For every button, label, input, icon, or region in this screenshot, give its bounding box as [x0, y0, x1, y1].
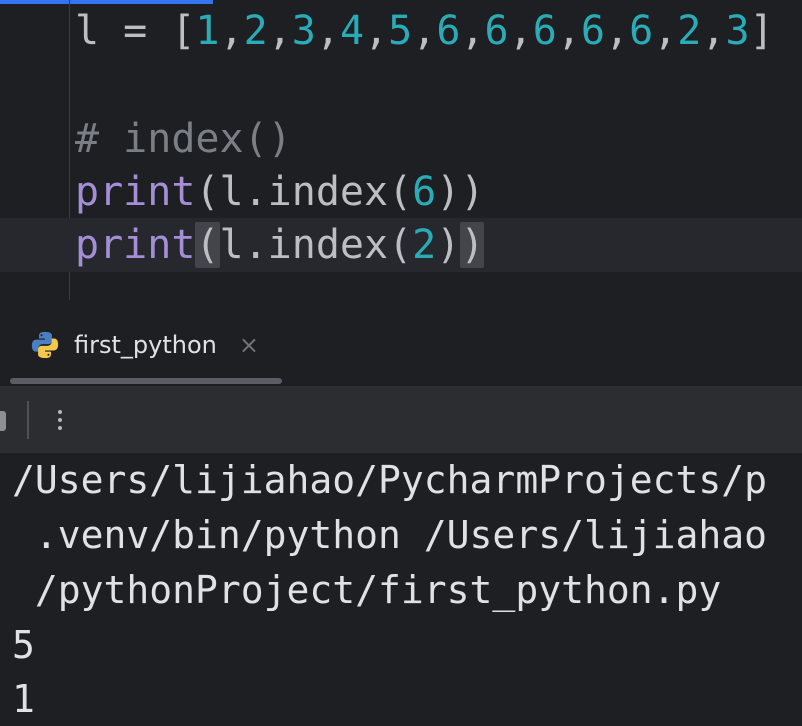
toolbar-separator [27, 401, 29, 439]
code-token-plain: (l.index( [195, 169, 413, 215]
run-toolbar [0, 387, 802, 453]
code-token-num: 3 [725, 8, 750, 54]
console-line: /pythonProject/first_python.py [12, 568, 722, 612]
code-line-text: l = [1,2,3,4,5,6,6,6,6,6,2,3] [75, 4, 774, 58]
console-line: 5 [12, 623, 35, 667]
code-token-plain: , [412, 8, 437, 54]
code-token-num: 6 [532, 8, 557, 54]
console-output[interactable]: /Users/lijiahao/PycharmProjects/p .venv/… [0, 453, 802, 726]
code-token-fn: print [75, 222, 196, 268]
code-token-num: 4 [339, 8, 365, 54]
code-token-plain: )) [436, 169, 485, 215]
run-tool-window: first_python × /Users/lijiahao/PycharmPr… [0, 300, 802, 726]
code-token-plain: l.index( [219, 222, 413, 268]
code-token-num: 5 [388, 8, 413, 54]
run-tab-label: first_python [74, 331, 217, 359]
code-token-plain: , [315, 8, 340, 54]
run-tab-first-python[interactable]: first_python × [30, 316, 259, 374]
code-token-num: 1 [195, 8, 220, 54]
code-token-plain: , [364, 8, 389, 54]
code-token-num: 2 [243, 8, 268, 54]
close-icon[interactable]: × [239, 333, 259, 357]
code-token-plain: , [219, 8, 244, 54]
code-line-text: # index() [75, 112, 292, 166]
console-line: .venv/bin/python /Users/lijiahao [12, 513, 767, 557]
code-token-comment: # index() [75, 116, 292, 162]
code-token-plain: ] [749, 8, 774, 54]
code-token-num: 6 [629, 8, 654, 54]
code-token-plain: , [605, 8, 630, 54]
code-line[interactable]: l = [1,2,3,4,5,6,6,6,6,6,2,3] [0, 4, 802, 58]
run-tab-strip: first_python × [0, 300, 802, 387]
code-token-num: 3 [291, 8, 316, 54]
active-tab-underline [10, 378, 282, 384]
code-line-text: print(l.index(6)) [75, 165, 484, 219]
code-token-plain: , [556, 8, 581, 54]
code-line[interactable] [0, 58, 802, 112]
code-token-plain: ( [195, 222, 220, 268]
code-token-plain: ) [436, 222, 461, 268]
code-token-plain: , [508, 8, 533, 54]
code-editor[interactable]: l = [1,2,3,4,5,6,6,6,6,6,2,3] # index() pr… [0, 0, 802, 300]
code-line[interactable]: # index() [0, 112, 802, 166]
code-token-fn: print [75, 169, 196, 215]
python-icon [31, 331, 59, 359]
code-line[interactable]: print(l.index(6)) [0, 165, 802, 219]
code-token-num: 6 [412, 169, 437, 215]
code-token-plain: , [701, 8, 726, 54]
code-token-num: 2 [412, 222, 437, 268]
more-vertical-icon[interactable] [48, 399, 72, 441]
code-line-current[interactable]: print(l.index(2)) [0, 218, 802, 272]
console-line: 1 [12, 677, 35, 721]
code-token-plain: l = [ [75, 8, 196, 54]
code-token-num: 2 [677, 8, 702, 54]
code-token-plain: , [653, 8, 678, 54]
console-line: /Users/lijiahao/PycharmProjects/p [12, 458, 767, 502]
code-token-plain: ) [460, 222, 485, 268]
code-line-text: print(l.index(2)) [75, 218, 485, 272]
code-token-num: 6 [580, 8, 606, 54]
code-token-plain: , [267, 8, 292, 54]
code-token-num: 6 [484, 8, 509, 54]
code-token-plain: , [460, 8, 485, 54]
code-token-num: 6 [436, 8, 461, 54]
toolbar-button-partial[interactable] [0, 411, 6, 431]
pycharm-window: l = [1,2,3,4,5,6,6,6,6,6,2,3] # index() pr… [0, 0, 802, 726]
